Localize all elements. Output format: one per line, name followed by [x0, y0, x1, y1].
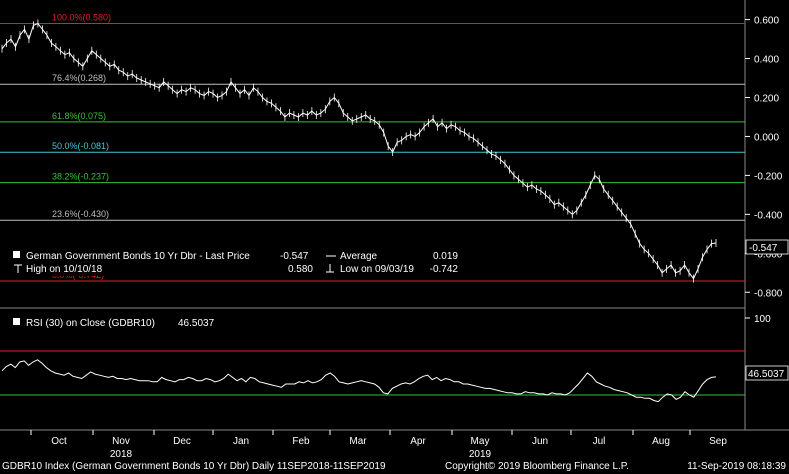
legend-average-value: 0.019 — [433, 251, 458, 262]
y-axis-ticks: 0.6000.4000.2000.000-0.200-0.400-0.600-0… — [745, 16, 783, 325]
footer-timestamp: 11-Sep-2019 08:18:39 — [687, 461, 786, 472]
x-tick-label: Jul — [593, 436, 606, 447]
chart-canvas: 100.0%(0.580) 76.4%(0.268) 61.8%(0.075) 50.… — [0, 0, 789, 472]
rsi-last-value-tag: 46.5037 — [745, 365, 789, 381]
fibonacci-levels: 100.0%(0.580) 76.4%(0.268) 61.8%(0.075) 50.… — [0, 12, 745, 282]
legend-high-label: High on 10/10/18 — [26, 264, 103, 275]
x-tick-label: Mar — [349, 436, 367, 447]
x-year-label: 2019 — [469, 449, 492, 460]
price-series — [1, 19, 717, 283]
legend-last-price: -0.547 — [280, 251, 309, 262]
x-tick-label: Oct — [51, 436, 67, 447]
rsi-legend-swatch — [13, 318, 20, 325]
x-tick-label: Jun — [532, 436, 548, 447]
svg-text:46.5037: 46.5037 — [748, 369, 785, 380]
legend-low-label: Low on 09/03/19 — [340, 264, 414, 275]
y-tick-label: 0.000 — [754, 132, 779, 143]
y-tick-label: 0.600 — [754, 16, 779, 27]
rsi-legend-label: RSI (30) on Close (GDBR10) — [26, 318, 155, 329]
legend-low-value: -0.742 — [430, 264, 459, 275]
x-tick-label: Apr — [410, 436, 426, 447]
x-tick-label: Aug — [652, 436, 670, 447]
y-tick-label: 0.400 — [754, 55, 779, 66]
footer-index-description: GDBR10 Index (German Government Bonds 10… — [2, 461, 386, 472]
x-tick-label: Dec — [173, 436, 191, 447]
x-tick-label: May — [471, 436, 490, 447]
price-legend: German Government Bonds 10 Yr Dbr - Last… — [3, 246, 463, 276]
footer-copyright: Copyright© 2019 Bloomberg Finance L.P. — [445, 461, 629, 472]
fib-level-label: 61.8%(0.075) — [52, 111, 106, 121]
legend-high-value: 0.580 — [288, 264, 313, 275]
legend-series-name: German Government Bonds 10 Yr Dbr - Last… — [26, 251, 250, 262]
price-line — [1, 22, 717, 280]
y-tick-label: -0.800 — [754, 288, 783, 299]
last-price-tag: -0.547 — [745, 239, 789, 255]
fib-level-label: 100.0%(0.580) — [52, 12, 111, 22]
svg-text:-0.547: -0.547 — [749, 243, 778, 254]
y-tick-label: 0.200 — [754, 93, 779, 104]
x-tick-label: Sep — [709, 436, 727, 447]
rsi-tick-label: 100 — [754, 314, 771, 325]
x-tick-label: Nov — [112, 436, 130, 447]
fib-level-label: 76.4%(0.268) — [52, 73, 106, 83]
fib-level-label: 50.0%(-0.081) — [52, 141, 109, 151]
rsi-series — [0, 350, 745, 403]
legend-average-label: Average — [340, 251, 378, 262]
x-tick-label: Jan — [233, 436, 249, 447]
fib-level-label: 23.6%(-0.430) — [52, 209, 109, 219]
x-tick-label: Feb — [292, 436, 310, 447]
x-year-label: 2018 — [110, 449, 133, 460]
y-tick-label: -0.400 — [754, 210, 783, 221]
fib-level-label: 38.2%(-0.237) — [52, 172, 109, 182]
y-tick-label: -0.200 — [754, 171, 783, 182]
rsi-legend-value: 46.5037 — [178, 318, 215, 329]
legend-swatch — [13, 251, 20, 258]
rsi-legend: RSI (30) on Close (GDBR10) 46.5037 — [13, 318, 215, 329]
x-axis-ticks: Oct Nov Dec Jan Feb Mar Apr May Jun Jul Aug Sep 2018… — [30, 430, 727, 460]
